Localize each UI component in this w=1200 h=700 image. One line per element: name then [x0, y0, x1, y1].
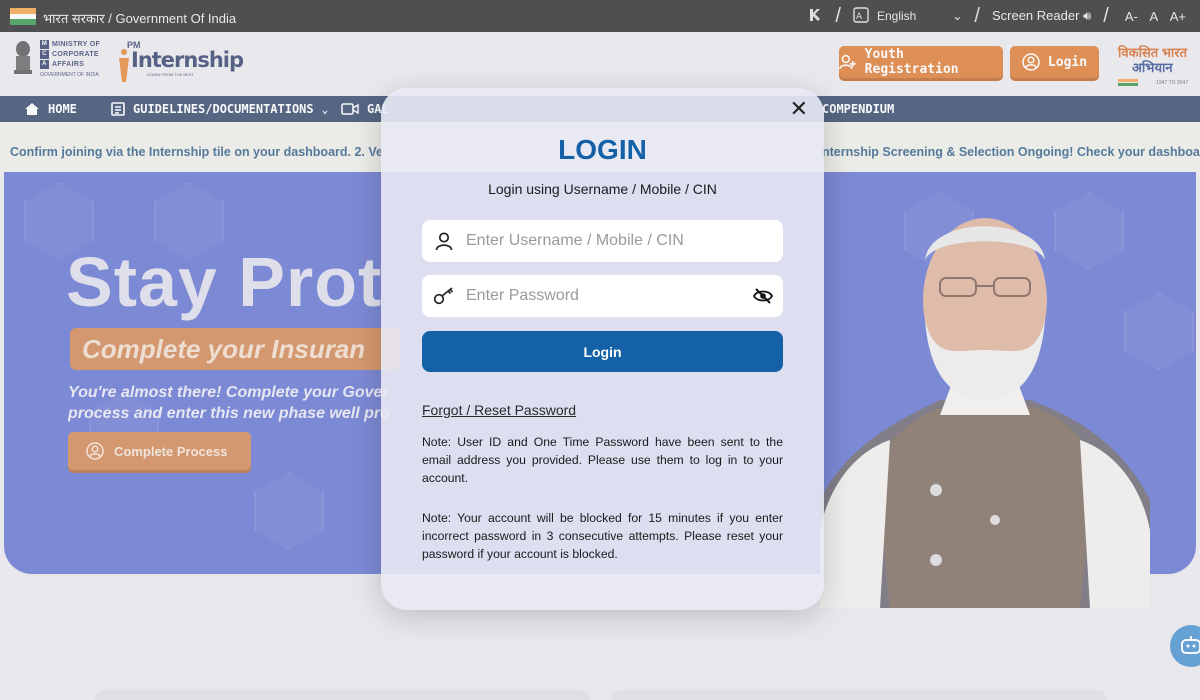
- note-otp: Note: User ID and One Time Password have…: [422, 435, 783, 485]
- username-input[interactable]: [466, 232, 783, 250]
- key-icon: [422, 286, 466, 306]
- login-modal: ✕ LOGIN Login using Username / Mobile / …: [381, 88, 824, 610]
- password-input[interactable]: [466, 287, 743, 305]
- username-field[interactable]: [422, 220, 783, 262]
- note-account-blocked: Note: Your account will be blocked for 1…: [422, 511, 783, 561]
- close-icon[interactable]: ✕: [790, 98, 808, 120]
- login-submit-button[interactable]: Login: [422, 331, 783, 372]
- modal-subtitle: Login using Username / Mobile / CIN: [488, 181, 717, 197]
- password-field[interactable]: [422, 275, 783, 317]
- modal-title: LOGIN: [558, 134, 647, 165]
- eye-slash-icon[interactable]: [743, 288, 783, 304]
- user-icon: [422, 231, 466, 251]
- forgot-password-link[interactable]: Forgot / Reset Password: [422, 402, 576, 418]
